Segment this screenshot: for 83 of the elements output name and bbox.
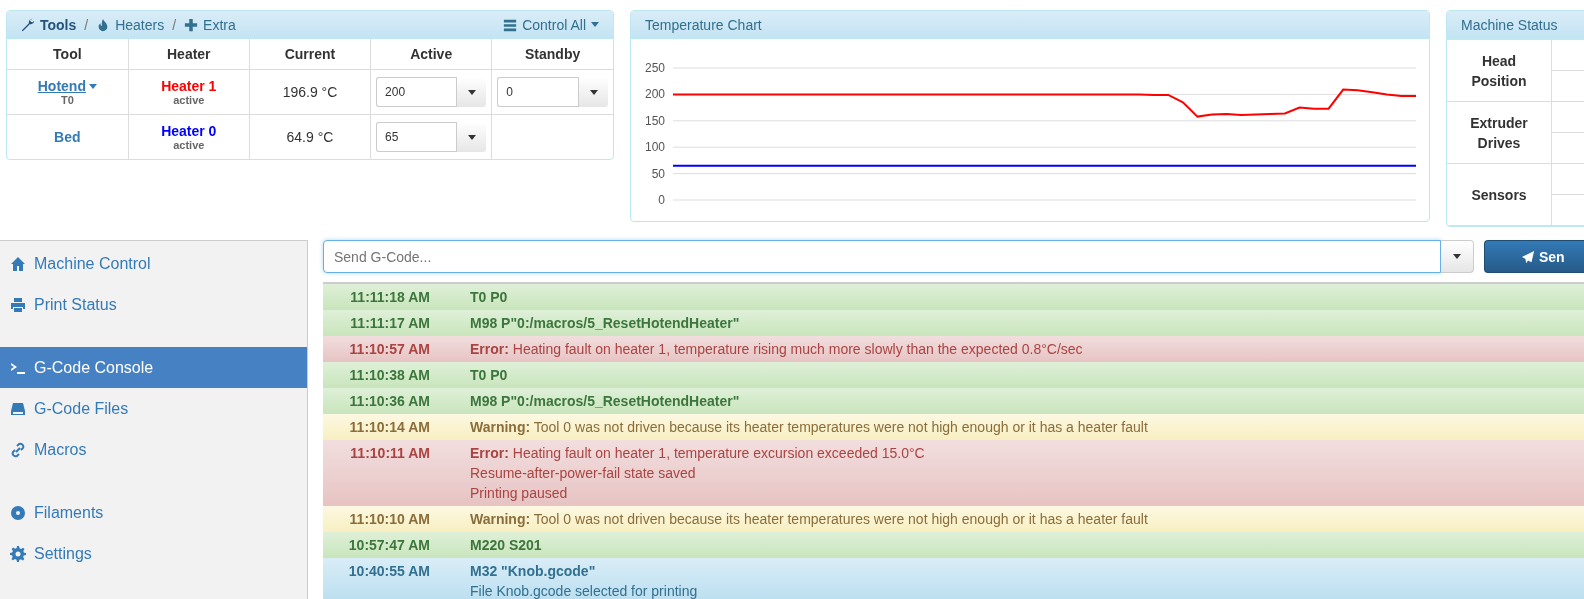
log-command: M98 P"0:/macros/5_ResetHotendHeater" bbox=[470, 393, 740, 409]
gear-icon bbox=[10, 545, 26, 562]
status-label: Head Position bbox=[1447, 39, 1552, 102]
log-message: Printing paused bbox=[470, 485, 569, 501]
log-time: 11:10:38 AM bbox=[348, 366, 430, 383]
gcode-input-field[interactable]: Send G-Code... bbox=[323, 240, 1441, 273]
active-temperature-field[interactable]: 200 bbox=[376, 77, 457, 107]
breadcrumb-separator: / bbox=[84, 16, 89, 33]
tool-link[interactable]: Hotend bbox=[37, 78, 97, 94]
home-icon bbox=[10, 255, 26, 272]
log-time: 11:11:18 AM bbox=[349, 288, 430, 305]
heater-state: active bbox=[172, 94, 206, 106]
caret-icon bbox=[467, 89, 476, 95]
log-time: 11:10:11 AM bbox=[349, 444, 430, 461]
nav-item[interactable]: G-Code Files bbox=[0, 388, 307, 429]
nav-item[interactable]: Print Status bbox=[0, 284, 307, 325]
column-header: Tool bbox=[7, 39, 129, 70]
status-label: Extruder Drives bbox=[1447, 101, 1552, 164]
tool-number: T0 bbox=[59, 94, 75, 106]
heater-name: Heater 0 bbox=[160, 123, 218, 139]
column-header: Active bbox=[370, 39, 492, 70]
printer-icon bbox=[10, 296, 26, 313]
column-header: Standby bbox=[491, 39, 613, 70]
log-command: M32 "Knob.gcode" bbox=[470, 563, 597, 579]
log-message: Error: Heating fault on heater 1, temperature excursion exceeded 15.0°C bbox=[470, 445, 925, 461]
link-icon bbox=[10, 441, 26, 458]
heater-state: active bbox=[172, 139, 206, 151]
axis-tick-label: 0 bbox=[658, 193, 665, 207]
dropdown-button[interactable] bbox=[456, 77, 487, 107]
active-temperature-field[interactable]: 65 bbox=[376, 122, 457, 152]
breadcrumb-separator: / bbox=[172, 16, 177, 33]
nav-item[interactable]: Filaments bbox=[0, 492, 307, 533]
hard-drive-icon bbox=[10, 400, 26, 417]
send-button[interactable]: Sen bbox=[1484, 240, 1584, 273]
heater-name: Heater 1 bbox=[160, 78, 218, 94]
axis-tick-label: 100 bbox=[644, 140, 665, 155]
caret-icon bbox=[88, 83, 97, 89]
caret-icon bbox=[591, 22, 599, 27]
axis-tick-label: 200 bbox=[644, 87, 665, 102]
log-command: M98 P"0:/macros/5_ResetHotendHeater" bbox=[470, 315, 740, 331]
log-message: File Knob.gcode selected for printing bbox=[470, 583, 698, 599]
paper-plane-icon bbox=[1521, 249, 1535, 264]
log-message: Warning: Tool 0 was not driven because its heater temperatures were not high enough or it has a heater fault bbox=[470, 511, 1148, 527]
log-time: 11:11:17 AM bbox=[349, 314, 430, 331]
caret-icon bbox=[467, 134, 476, 140]
current-temperature: 196.9 °C bbox=[249, 69, 371, 115]
column-header: Heater bbox=[128, 39, 250, 70]
nav-item[interactable]: G-Code Console bbox=[0, 347, 307, 388]
wrench-icon bbox=[21, 17, 35, 32]
dropdown-button[interactable] bbox=[578, 77, 608, 107]
log-message: Resume-after-power-fail state saved bbox=[470, 465, 697, 481]
log-time: 10:40:55 AM bbox=[347, 562, 430, 579]
breadcrumb-tab[interactable]: Tools bbox=[21, 16, 77, 33]
log-time: 10:57:47 AM bbox=[347, 536, 430, 553]
panel-title: Machine Status bbox=[1447, 11, 1584, 39]
log-command: T0 P0 bbox=[470, 367, 508, 383]
tool-link[interactable]: Bed bbox=[54, 129, 81, 145]
breadcrumb-tab[interactable]: Extra bbox=[184, 16, 236, 33]
axis-tick-label: 50 bbox=[651, 166, 665, 181]
caret-icon bbox=[589, 89, 598, 95]
axis-tick-label: 150 bbox=[644, 113, 665, 128]
plus-icon bbox=[184, 17, 199, 32]
panel-title: Temperature Chart bbox=[631, 11, 1429, 39]
log-message: Error: Heating fault on heater 1, temperature rising much more slowly than the expected 0.8°C/sec bbox=[470, 341, 1083, 357]
breadcrumb-tab[interactable]: Heaters bbox=[96, 16, 165, 33]
log-command: T0 P0 bbox=[470, 289, 508, 305]
nav-item[interactable]: Machine Control bbox=[0, 243, 307, 284]
log-time: 11:10:14 AM bbox=[348, 418, 430, 435]
nav-item[interactable]: Settings bbox=[0, 533, 307, 574]
menu-icon bbox=[503, 17, 518, 32]
column-header: Current bbox=[249, 39, 371, 70]
log-time: 11:10:10 AM bbox=[348, 510, 430, 527]
dropdown-button[interactable] bbox=[456, 122, 487, 152]
log-time: 11:10:36 AM bbox=[348, 392, 430, 409]
nav-item[interactable]: Macros bbox=[0, 429, 307, 470]
log-time: 11:10:57 AM bbox=[348, 340, 430, 357]
standby-temperature-field[interactable]: 0 bbox=[497, 77, 578, 107]
axis-tick-label: 250 bbox=[644, 61, 665, 75]
control-all-menu[interactable]: Control All bbox=[503, 16, 599, 33]
log-message: Warning: Tool 0 was not driven because its heater temperatures were not high enough or it has a heater fault bbox=[470, 419, 1148, 435]
caret-icon bbox=[1453, 254, 1461, 259]
status-label: Sensors bbox=[1447, 163, 1552, 226]
log-command: M220 S201 bbox=[470, 537, 542, 553]
